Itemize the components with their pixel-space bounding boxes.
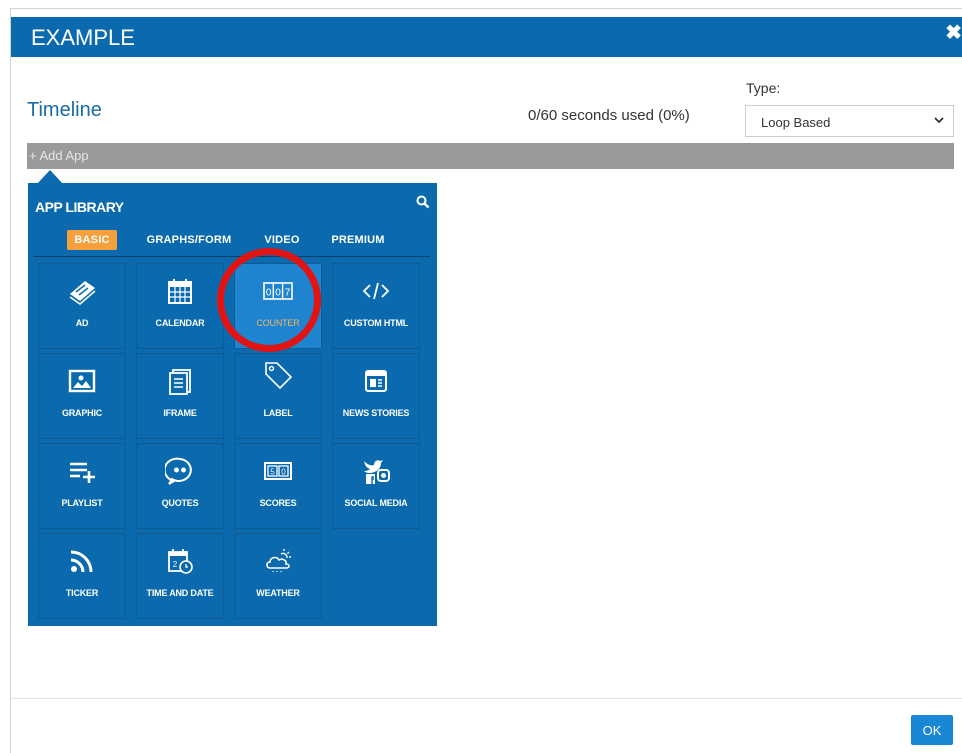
app-library-title: APP LIBRARY [35,199,124,215]
app-tile-label: GRAPHIC [61,408,103,418]
app-tile-weather[interactable]: WEATHER [234,533,322,619]
close-icon[interactable]: ✖ [945,20,962,45]
svg-text:5: 5 [270,468,275,477]
tab-basic[interactable]: BASIC [67,230,117,250]
add-app-bar[interactable]: + Add App [27,143,954,169]
app-tile-news-stories[interactable]: NEWS STORIES [332,353,420,439]
svg-text:0: 0 [281,468,286,477]
app-tile-label: CUSTOM HTML [343,318,409,328]
app-tile-custom-html[interactable]: CUSTOM HTML [332,263,420,349]
app-tile-quotes[interactable]: QUOTES [136,443,224,529]
app-tile-calendar[interactable]: CALENDAR [136,263,224,349]
app-tile-scores[interactable]: 5 0 SCORES [234,443,322,529]
app-tile-label-app[interactable]: LABEL [234,353,322,439]
svg-text:2: 2 [173,560,178,569]
search-icon[interactable] [416,195,430,209]
app-tile-iframe[interactable]: IFRAME [136,353,224,439]
weather-icon [266,549,291,573]
library-pointer [37,170,63,184]
app-tile-ticker[interactable]: TICKER [38,533,126,619]
tab-graphs-form[interactable]: GRAPHS/FORM [141,230,237,250]
app-library-panel: APP LIBRARY BASIC GRAPHS/FORM VIDEO PREM… [28,183,437,626]
tab-video[interactable]: VIDEO [258,230,306,250]
seconds-used-text: 0/60 seconds used (0%) [528,107,690,124]
chevron-down-icon [934,117,944,124]
app-tile-label: QUOTES [161,498,199,508]
dialog-title: EXAMPLE [31,25,135,50]
playlist-icon [70,462,95,483]
tab-premium[interactable]: PREMIUM [326,230,390,250]
app-tile-playlist[interactable]: PLAYLIST [38,443,126,529]
ad-icon [69,281,96,305]
iframe-icon [169,369,191,395]
app-tile-label: TIME AND DATE [146,588,214,598]
app-tile-label: SCORES [259,498,297,508]
timeline-title: Timeline [27,99,102,121]
type-select[interactable]: Loop Based [745,105,954,137]
app-tile-time-and-date[interactable]: 2 TIME AND DATE [136,533,224,619]
app-tile-label: CALENDAR [155,318,205,328]
app-tile-label: PLAYLIST [61,498,103,508]
dialog-border-left [10,8,11,753]
dialog-titlebar: EXAMPLE ✖ [11,17,962,57]
app-tile-label: AD [75,318,89,328]
app-tile-label: SOCIAL MEDIA [344,498,408,508]
app-tile-label: TICKER [65,588,99,598]
app-tile-label: LABEL [263,408,293,418]
footer-divider [11,698,962,699]
app-tile-social-media[interactable]: SOCIAL MEDIA [332,443,420,529]
dialog-border-top [10,8,962,9]
tag-icon [265,362,293,390]
news-icon [365,370,387,392]
app-tile-ad[interactable]: AD [38,263,126,349]
ok-button[interactable]: OK [911,715,953,745]
calendar-icon [168,279,192,304]
quotes-icon [165,457,192,485]
scoreboard-icon: 5 0 [264,462,292,480]
app-tile-label: IFRAME [163,408,197,418]
app-tile-label: NEWS STORIES [342,408,410,418]
app-tile-graphic[interactable]: GRAPHIC [38,353,126,439]
type-label: Type: [746,80,781,96]
add-app-label: + Add App [29,148,89,163]
tabs-divider [34,256,430,257]
highlight-annotation-circle [217,248,321,352]
image-icon [68,369,96,393]
time-date-icon: 2 [168,549,193,574]
rss-icon [70,550,93,573]
code-icon [362,282,390,300]
type-select-value: Loop Based [761,115,831,130]
app-tile-label: WEATHER [256,588,300,598]
social-icon [364,460,390,484]
